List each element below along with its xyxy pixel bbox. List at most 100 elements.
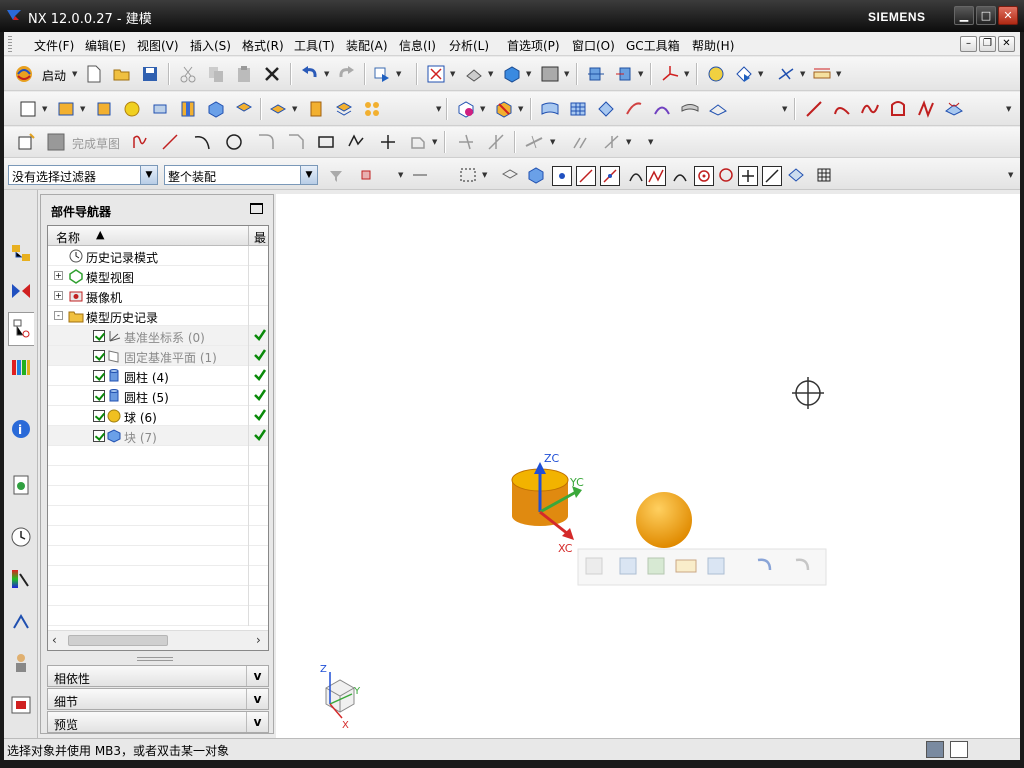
- polygon-icon[interactable]: [344, 130, 368, 154]
- suppress-dropdown[interactable]: ▼: [518, 97, 524, 121]
- tree-row[interactable]: + 模型视图: [48, 266, 268, 286]
- minimize-button[interactable]: ▁: [954, 6, 974, 25]
- roles-icon[interactable]: [8, 646, 34, 680]
- close-button[interactable]: ✕: [998, 6, 1018, 25]
- full-screen-icon[interactable]: [950, 741, 968, 758]
- tree-row[interactable]: 圆柱 (5): [48, 386, 268, 406]
- snap-quadrant-icon[interactable]: [714, 163, 738, 187]
- measure-angle-icon[interactable]: [774, 62, 798, 86]
- sketch-arc-icon[interactable]: [190, 130, 214, 154]
- emboss-icon[interactable]: [360, 97, 384, 121]
- trim-icon[interactable]: [454, 130, 478, 154]
- orient-view-icon[interactable]: [462, 62, 486, 86]
- tree-row[interactable]: + 摄像机: [48, 286, 268, 306]
- pattern-icon[interactable]: [266, 97, 290, 121]
- edit-section-icon[interactable]: [612, 62, 636, 86]
- start-icon[interactable]: [12, 62, 36, 86]
- menu-preferences[interactable]: 首选项(P): [507, 37, 560, 54]
- select-mode-dropdown[interactable]: ▼: [482, 163, 488, 187]
- column-latest-header[interactable]: 最: [248, 226, 268, 246]
- background-icon[interactable]: [538, 62, 562, 86]
- dimension-icon[interactable]: [600, 130, 624, 154]
- pattern-dropdown[interactable]: ▼: [292, 97, 298, 121]
- visibility-checkbox[interactable]: [93, 330, 105, 342]
- shaded-cube-icon[interactable]: [500, 62, 524, 86]
- undo-icon[interactable]: [298, 62, 322, 86]
- horizontal-scrollbar[interactable]: ‹ ›: [48, 630, 268, 650]
- sketch-task-icon[interactable]: [14, 130, 38, 154]
- snap-point-button[interactable]: [738, 166, 758, 186]
- panel-dependencies[interactable]: 相依性 v: [47, 665, 269, 687]
- fit-view-icon[interactable]: [424, 62, 448, 86]
- section-view-icon[interactable]: [584, 62, 608, 86]
- grid-icon[interactable]: [812, 163, 836, 187]
- snap-midpoint-button[interactable]: [600, 166, 620, 186]
- web-browser-icon[interactable]: [8, 468, 34, 502]
- scroll-thumb[interactable]: [68, 635, 168, 646]
- tree-row[interactable]: 球 (6): [48, 406, 268, 426]
- snap-dropdown[interactable]: ▼: [398, 163, 404, 187]
- selection-scope-select[interactable]: 整个装配 ▼: [164, 165, 318, 185]
- menu-gc-toolbox[interactable]: GC工具箱: [626, 37, 680, 54]
- spline-icon[interactable]: [858, 97, 882, 121]
- sort-ascending-icon[interactable]: ▲: [96, 228, 104, 241]
- constraint-dropdown[interactable]: ▼: [550, 130, 556, 154]
- suppress-feature-icon[interactable]: [492, 97, 516, 121]
- surface-more-dropdown[interactable]: ▼: [782, 97, 788, 121]
- visibility-checkbox[interactable]: [93, 350, 105, 362]
- snap-on-curve-button[interactable]: [762, 166, 782, 186]
- face-blend-icon[interactable]: [650, 97, 674, 121]
- wcs-dropdown[interactable]: ▼: [684, 62, 690, 86]
- menu-file[interactable]: 文件(F): [34, 37, 74, 54]
- assembly-navigator-icon[interactable]: [8, 236, 34, 270]
- finish-sketch-button[interactable]: 完成草图: [72, 135, 120, 152]
- doc-restore-button[interactable]: ❐: [979, 36, 996, 52]
- extrude-icon[interactable]: [54, 97, 78, 121]
- graphics-window[interactable]: ZC YC XC Z Y X: [276, 194, 1020, 738]
- system-scenes-icon[interactable]: [8, 688, 34, 722]
- cylinder-icon[interactable]: [148, 97, 172, 121]
- dimension-dropdown[interactable]: ▼: [626, 130, 632, 154]
- menu-assembly[interactable]: 装配(A): [346, 37, 388, 54]
- line-icon[interactable]: [802, 97, 826, 121]
- background-dropdown[interactable]: ▼: [564, 62, 570, 86]
- tree-row[interactable]: - 模型历史记录: [48, 306, 268, 326]
- delete-icon[interactable]: [260, 62, 284, 86]
- visibility-checkbox[interactable]: [93, 430, 105, 442]
- arc-icon[interactable]: [830, 97, 854, 121]
- point-icon[interactable]: [376, 130, 400, 154]
- redo-icon[interactable]: [334, 62, 358, 86]
- curve-shape-icon[interactable]: [886, 97, 910, 121]
- chevron-down-icon[interactable]: ▼: [140, 166, 157, 184]
- menu-insert[interactable]: 插入(S): [190, 37, 231, 54]
- menu-edit[interactable]: 编辑(E): [85, 37, 126, 54]
- select-component-icon[interactable]: [524, 163, 548, 187]
- orient-dropdown[interactable]: ▼: [488, 62, 494, 86]
- measure-distance-icon[interactable]: [810, 62, 834, 86]
- visibility-checkbox[interactable]: [93, 410, 105, 422]
- rectangle-select-icon[interactable]: [456, 163, 480, 187]
- menu-window[interactable]: 窗口(O): [572, 37, 615, 54]
- extrude-dropdown[interactable]: ▼: [80, 97, 86, 121]
- tree-row[interactable]: 历史记录模式: [48, 246, 268, 266]
- paste-icon[interactable]: [232, 62, 256, 86]
- reuse-library-icon[interactable]: [8, 350, 34, 384]
- menu-help[interactable]: 帮助(H): [692, 37, 734, 54]
- offset-sketch-icon[interactable]: [406, 130, 430, 154]
- render-dropdown[interactable]: ▼: [526, 62, 532, 86]
- extend-icon[interactable]: [484, 130, 508, 154]
- chevron-down-icon[interactable]: v: [246, 666, 268, 686]
- part-navigator-icon[interactable]: [8, 312, 34, 346]
- selection-preview-icon[interactable]: [926, 741, 944, 758]
- tree-row[interactable]: 基准坐标系 (0): [48, 326, 268, 346]
- menu-analysis[interactable]: 分析(L): [449, 37, 489, 54]
- snap-face-icon[interactable]: [784, 163, 808, 187]
- mirror-icon[interactable]: [304, 97, 328, 121]
- info-icon[interactable]: i: [8, 412, 34, 446]
- move-dropdown[interactable]: ▼: [758, 62, 764, 86]
- open-folder-icon[interactable]: [110, 62, 134, 86]
- parallel-constraint-icon[interactable]: [568, 130, 592, 154]
- tree-row[interactable]: 固定基准平面 (1): [48, 346, 268, 366]
- chamfer-icon[interactable]: [284, 130, 308, 154]
- offset-curve-icon[interactable]: [914, 97, 938, 121]
